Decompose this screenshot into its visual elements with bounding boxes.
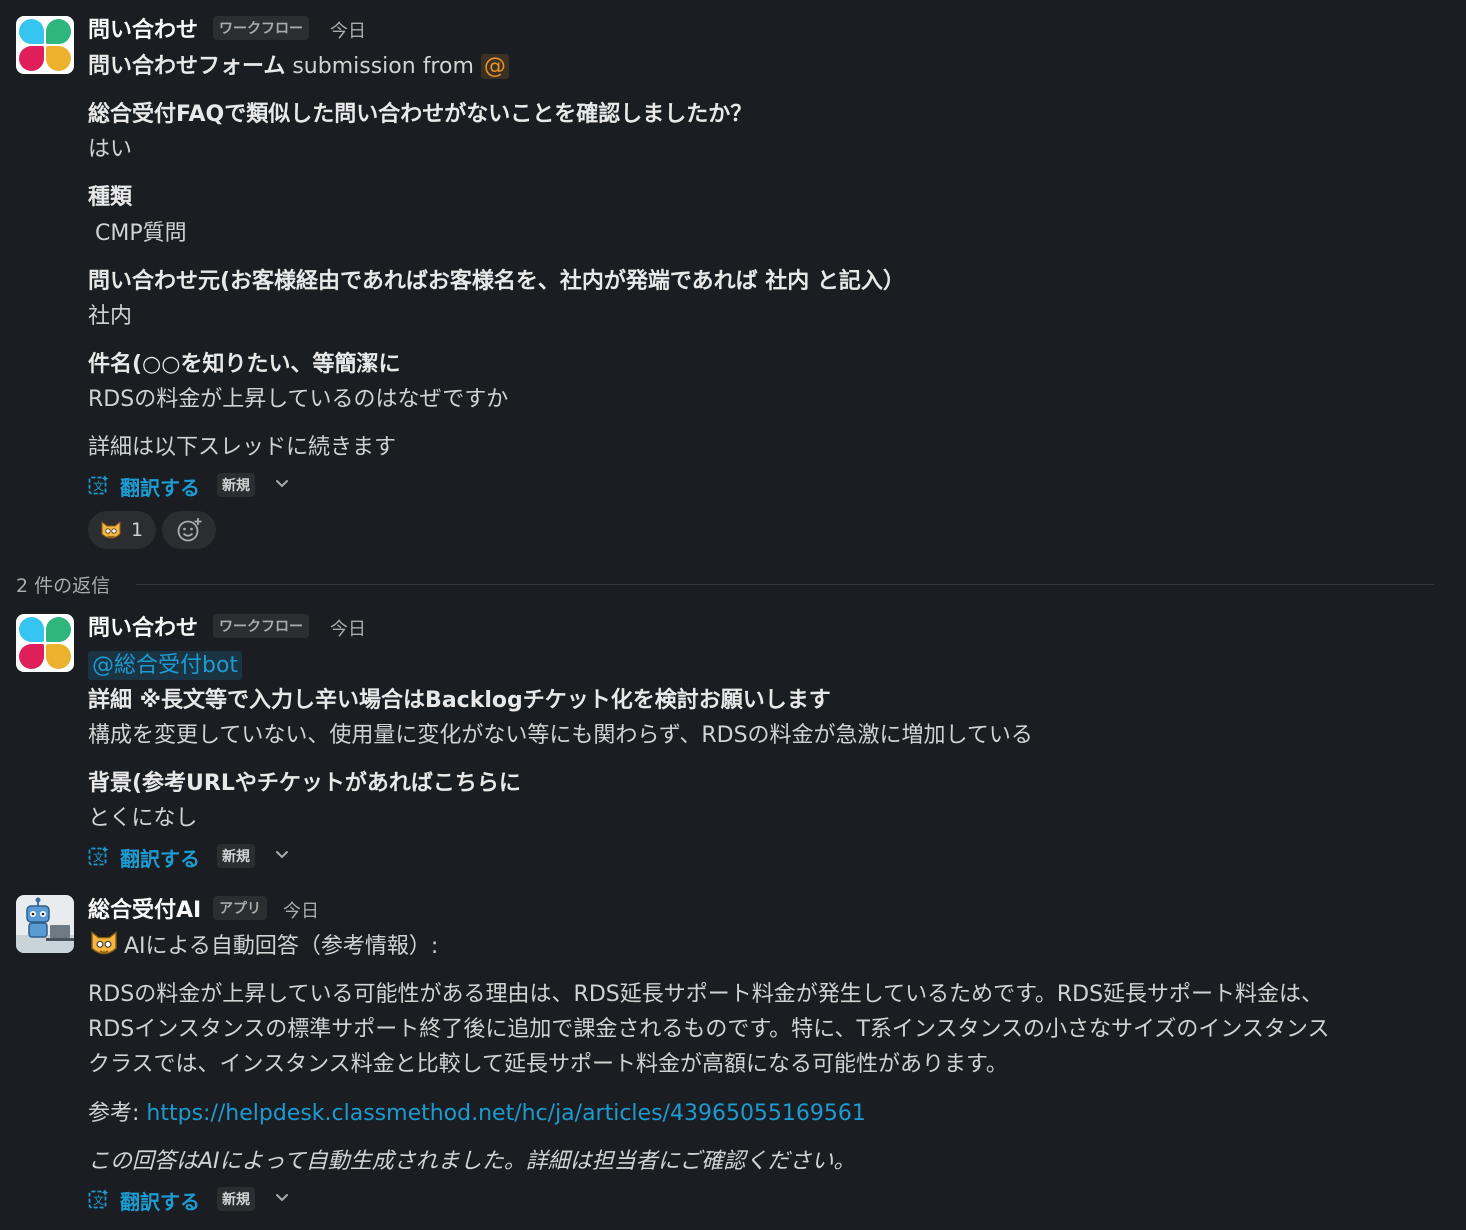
ai-disclaimer: この回答はAIによって自動生成されました。詳細は担当者にご確認ください。 xyxy=(88,1149,856,1174)
thread-reply-count[interactable]: 2 件の返信 xyxy=(16,571,110,598)
translate-label[interactable]: 翻訳する xyxy=(120,843,200,872)
form-title: 問い合わせフォーム xyxy=(88,54,286,79)
thread-divider xyxy=(136,584,1434,585)
svg-text:文: 文 xyxy=(93,479,104,493)
field-value: とくになし xyxy=(88,806,198,831)
submission-text: submission from xyxy=(292,54,474,79)
field-label: 詳細 ※長文等で入力し辛い場合はBacklogチケット化を検討お願いします xyxy=(88,688,831,713)
chevron-down-icon[interactable] xyxy=(274,475,290,491)
timestamp[interactable]: 今日 xyxy=(283,897,319,923)
field-label: 総合受付FAQで類似した問い合わせがないことを確認しましたか？ xyxy=(88,102,753,127)
cat-emoji-icon xyxy=(101,520,121,539)
translate-label[interactable]: 翻訳する xyxy=(120,472,200,501)
field-value: 構成を変更していない、使用量に変化がない等にも関わらず、RDSの料金が急激に増加… xyxy=(88,723,1033,748)
app-badge: アプリ xyxy=(213,896,267,920)
field-label: 件名(○○を知りたい、等簡潔に xyxy=(88,352,401,377)
reference-link[interactable]: https://helpdesk.classmethod.net/hc/ja/a… xyxy=(146,1101,866,1126)
ai-intro-text: AIによる自動回答（参考情報）: xyxy=(124,934,439,959)
translate-icon: 文 xyxy=(88,1189,109,1209)
sender-name[interactable]: 問い合わせ xyxy=(88,12,198,44)
ai-intro: AIによる自動回答（参考情報）: xyxy=(88,927,438,960)
add-reaction-button[interactable] xyxy=(162,511,216,549)
svg-text:文: 文 xyxy=(93,850,104,864)
new-badge: 新規 xyxy=(217,844,255,868)
cat-emoji-icon xyxy=(91,930,117,955)
answer-line: RDSインスタンスの標準サポート終了後に追加で課金されるものです。特に、T系イン… xyxy=(88,1017,1330,1042)
field-label: 種類 xyxy=(88,185,133,210)
reference-line: 参考: https://helpdesk.classmethod.net/hc/… xyxy=(88,1095,866,1127)
field-label: 背景(参考URLやチケットがあればこちらに xyxy=(88,771,521,796)
workflow-badge: ワークフロー xyxy=(213,16,309,40)
add-emoji-icon xyxy=(177,518,202,542)
field-value: はい xyxy=(88,137,133,162)
user-mention[interactable]: @ xyxy=(480,54,509,79)
answer-line: クラスでは、インスタンス料金と比較して延長サポート料金が高額になる可能性がありま… xyxy=(88,1052,1008,1077)
svg-text:文: 文 xyxy=(93,1193,104,1207)
field-label: 問い合わせ元(お客様経由であればお客様名を、社内が発端であれば 社内 と記入） xyxy=(88,269,905,294)
translate-label[interactable]: 翻訳する xyxy=(120,1186,200,1215)
robot-icon xyxy=(16,897,74,953)
sender-name[interactable]: 問い合わせ xyxy=(88,610,198,642)
sender-name[interactable]: 総合受付AI xyxy=(88,892,201,924)
chevron-down-icon[interactable] xyxy=(274,846,290,862)
reference-label: 参考: xyxy=(88,1101,140,1126)
reaction-count: 1 xyxy=(131,519,144,541)
new-badge: 新規 xyxy=(217,1187,255,1211)
form-header: 問い合わせフォーム submission from @ xyxy=(88,48,509,80)
translate-icon: 文 xyxy=(88,846,109,866)
answer-line: RDSの料金が上昇している可能性がある理由は、RDS延長サポート料金が発生してい… xyxy=(88,982,1324,1007)
bot-mention-line: @総合受付bot xyxy=(88,647,243,680)
workflow-avatar[interactable] xyxy=(16,614,74,672)
new-badge: 新規 xyxy=(217,473,255,497)
field-value: 社内 xyxy=(88,304,133,329)
reaction-pill[interactable]: 1 xyxy=(88,511,156,549)
field-value: CMP質問 xyxy=(88,221,187,246)
thread-note: 詳細は以下スレッドに続きます xyxy=(88,435,397,460)
translate-icon: 文 xyxy=(88,475,109,495)
timestamp[interactable]: 今日 xyxy=(330,17,366,43)
chevron-down-icon[interactable] xyxy=(274,1189,290,1205)
ai-bot-avatar[interactable] xyxy=(16,895,74,953)
bot-mention[interactable]: @総合受付bot xyxy=(88,651,243,680)
timestamp[interactable]: 今日 xyxy=(330,615,366,641)
workflow-avatar[interactable] xyxy=(16,16,74,74)
field-value: RDSの料金が上昇しているのはなぜですか xyxy=(88,387,509,412)
workflow-badge: ワークフロー xyxy=(213,614,309,638)
